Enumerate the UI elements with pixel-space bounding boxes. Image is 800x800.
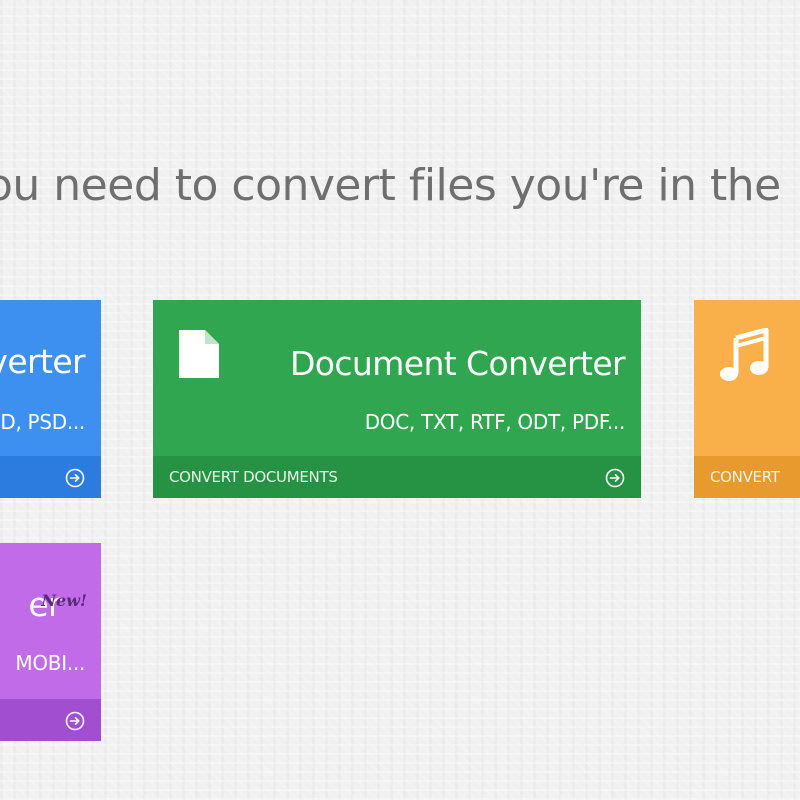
document-icon	[179, 330, 219, 378]
tile-title: verter	[0, 342, 86, 381]
tile-title: Document Converter	[289, 344, 626, 383]
new-badge: New!	[41, 591, 87, 610]
tile-footer[interactable]: CONVERT	[694, 456, 800, 498]
tile-formats: DOC, TXT, RTF, ODT, PDF...	[364, 410, 626, 434]
arrow-circle-right-icon[interactable]	[65, 711, 85, 731]
tile-footer[interactable]	[0, 456, 101, 498]
convert-documents-link[interactable]: CONVERT DOCUMENTS	[169, 468, 338, 486]
image-converter-tile[interactable]: verter D, PSD...	[0, 300, 101, 498]
arrow-circle-right-icon[interactable]	[65, 468, 85, 488]
ebook-converter-tile[interactable]: er New! MOBI...	[0, 543, 101, 741]
audio-converter-tile[interactable]: CONVERT	[694, 300, 800, 498]
tile-formats: MOBI...	[15, 651, 85, 675]
tile-formats: D, PSD...	[0, 410, 85, 434]
document-converter-tile[interactable]: Document Converter DOC, TXT, RTF, ODT, P…	[153, 300, 641, 498]
tile-footer[interactable]	[0, 699, 101, 741]
arrow-circle-right-icon[interactable]	[605, 468, 625, 488]
page-headline: ou need to convert files you're in the	[0, 160, 781, 211]
music-note-icon	[720, 328, 769, 381]
tile-footer[interactable]: CONVERT DOCUMENTS	[153, 456, 641, 498]
convert-audio-link[interactable]: CONVERT	[710, 468, 780, 486]
